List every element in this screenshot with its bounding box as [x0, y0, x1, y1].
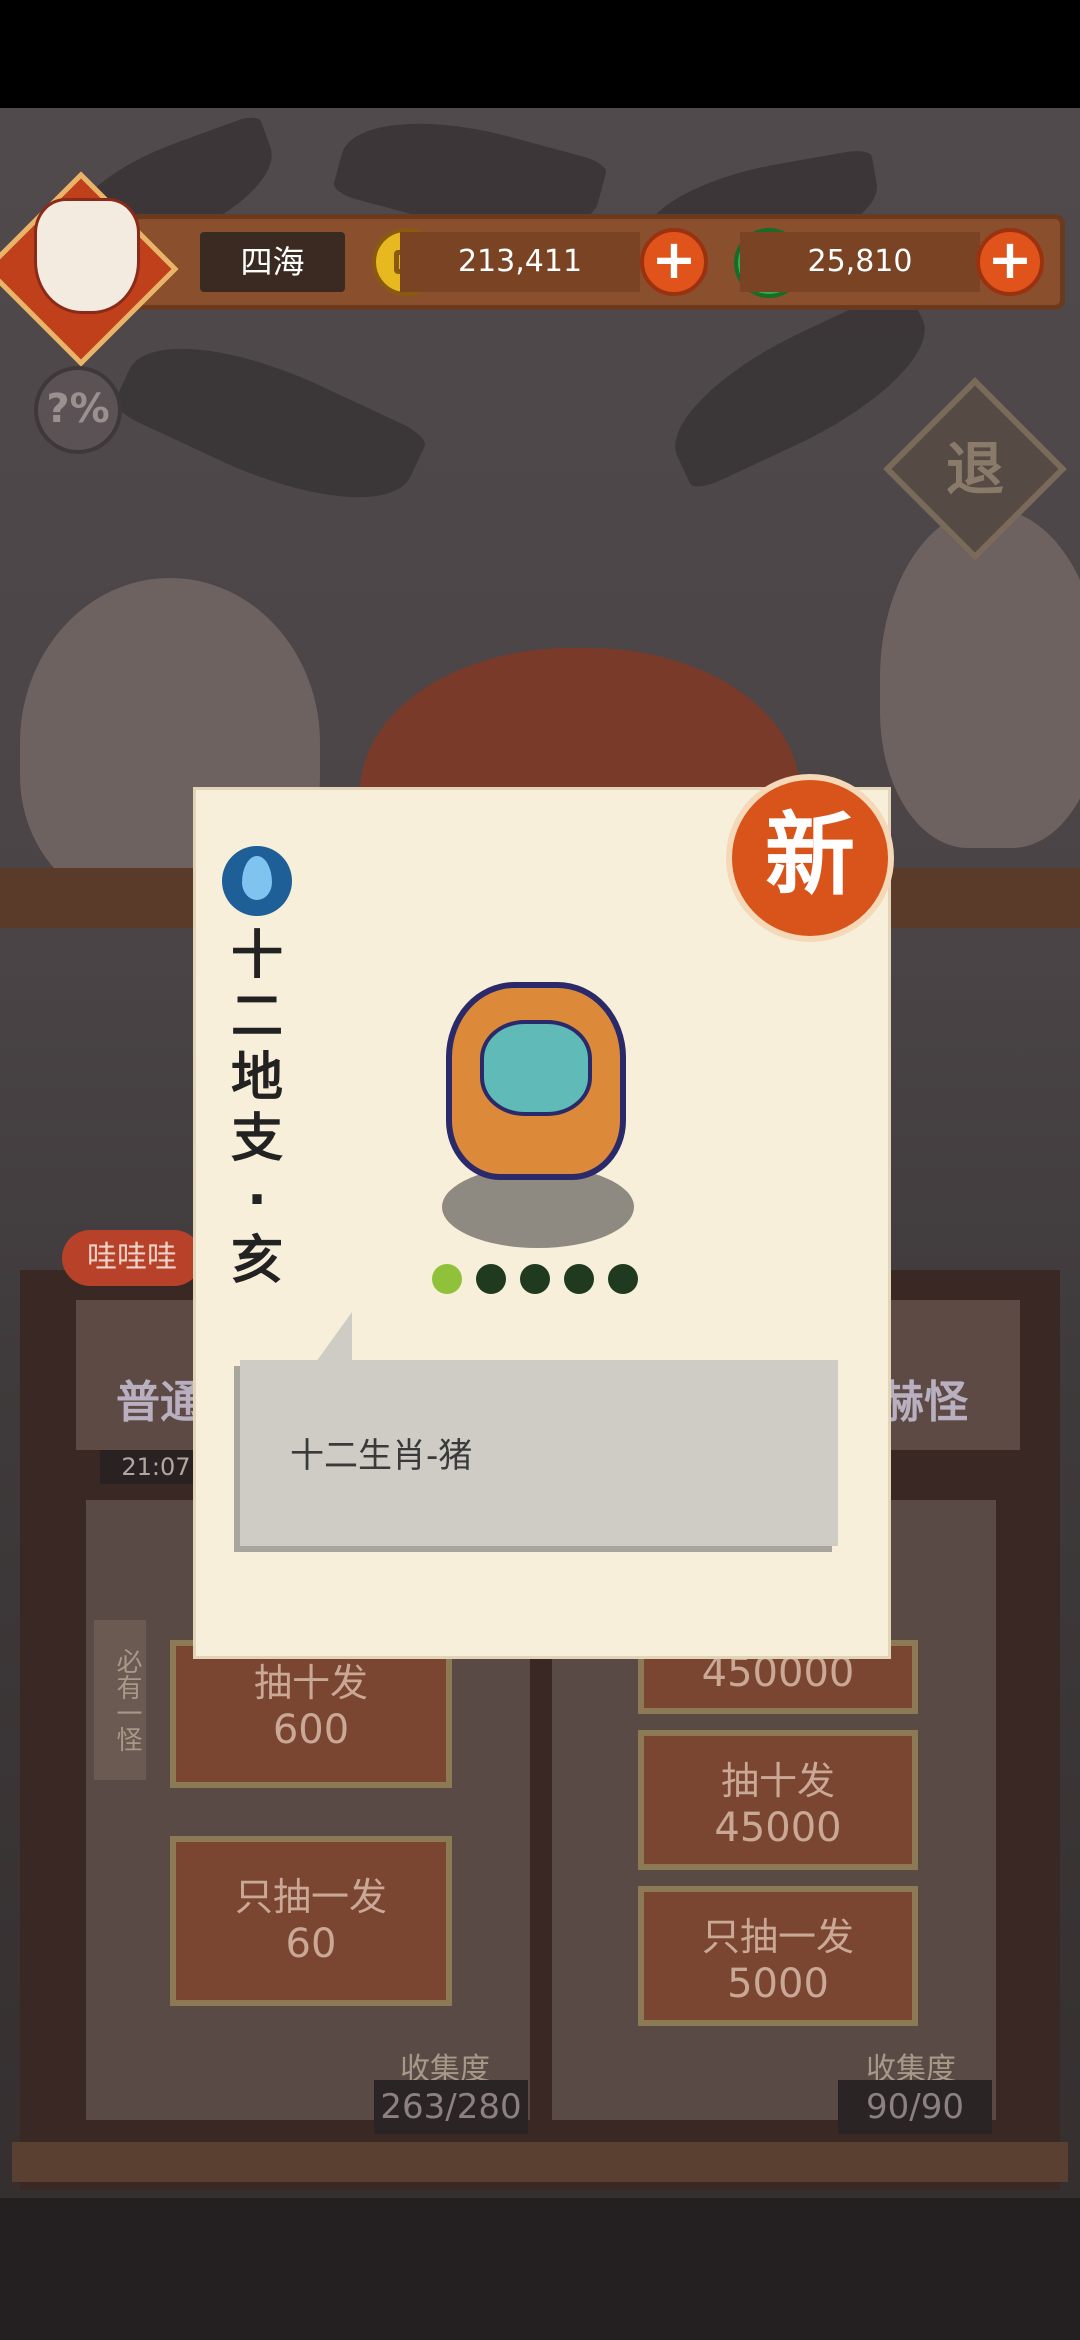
add-coins-button[interactable]: + — [640, 228, 708, 296]
speech-bubble-tail — [316, 1312, 352, 1362]
draw-one-cost-monster: 5000 — [727, 1961, 829, 2007]
exit-label: 退 — [945, 435, 1004, 503]
guarantee-label: 必有一怪 — [94, 1620, 146, 1780]
draw-ten-button-normal[interactable]: 抽十发 600 — [170, 1640, 452, 1788]
collection-value-monster: 90/90 — [838, 2080, 992, 2134]
card-title-char: 十 — [230, 926, 283, 986]
draw-ten-button-monster[interactable]: 抽十发 45000 — [638, 1730, 918, 1870]
draw-ten-label: 抽十发 — [253, 1661, 368, 1705]
star-icon — [608, 1264, 638, 1294]
star-icon — [432, 1264, 462, 1294]
draw-ten-cost: 600 — [272, 1707, 350, 1753]
draw-one-button-normal[interactable]: 只抽一发 60 — [170, 1836, 452, 2006]
draw-one-label: 只抽一发 — [234, 1875, 387, 1919]
draw-ten-label-monster: 抽十发 — [720, 1759, 835, 1803]
star-rating — [432, 1264, 642, 1294]
player-name: 四海 — [200, 232, 345, 292]
add-jade-button[interactable]: + — [976, 228, 1044, 296]
item-description: 十二生肖-猪 — [290, 1436, 473, 1476]
shelf-base — [12, 2142, 1068, 2182]
draw-one-label-monster: 只抽一发 — [701, 1915, 854, 1959]
promo-tag: 哇哇哇 — [62, 1230, 202, 1286]
card-title-char: · — [247, 1170, 267, 1230]
draw-one-cost: 60 — [285, 1921, 337, 1967]
drop-rate-button[interactable]: ?% — [34, 366, 122, 454]
monster-pool-title: 赫怪 — [880, 1377, 968, 1428]
card-title-char: 支 — [230, 1109, 283, 1169]
card-title-char: 二 — [230, 987, 283, 1047]
coin-count: 213,411 — [400, 232, 640, 292]
collection-value-normal: 263/280 — [374, 2080, 528, 2134]
star-icon — [476, 1264, 506, 1294]
water-drop-icon — [242, 856, 272, 900]
bottom-area — [0, 2198, 1080, 2340]
status-bar-area — [0, 0, 1080, 108]
star-icon — [564, 1264, 594, 1294]
draw-ten-cost-monster: 45000 — [714, 1805, 842, 1851]
draw-hundred-cost: 450000 — [701, 1650, 855, 1696]
card-title-char: 亥 — [230, 1231, 283, 1291]
star-icon — [520, 1264, 550, 1294]
fox-mask-avatar-icon — [34, 198, 140, 314]
normal-pool-title: 普通 — [116, 1377, 204, 1428]
draw-one-button-monster[interactable]: 只抽一发 5000 — [638, 1886, 918, 2026]
card-title-char: 地 — [230, 1048, 283, 1108]
pig-face-icon — [480, 1020, 592, 1116]
card-title: 十 二 地 支 · 亥 — [222, 926, 292, 1292]
jade-count: 25,810 — [740, 232, 980, 292]
new-badge: 新 — [726, 774, 894, 942]
